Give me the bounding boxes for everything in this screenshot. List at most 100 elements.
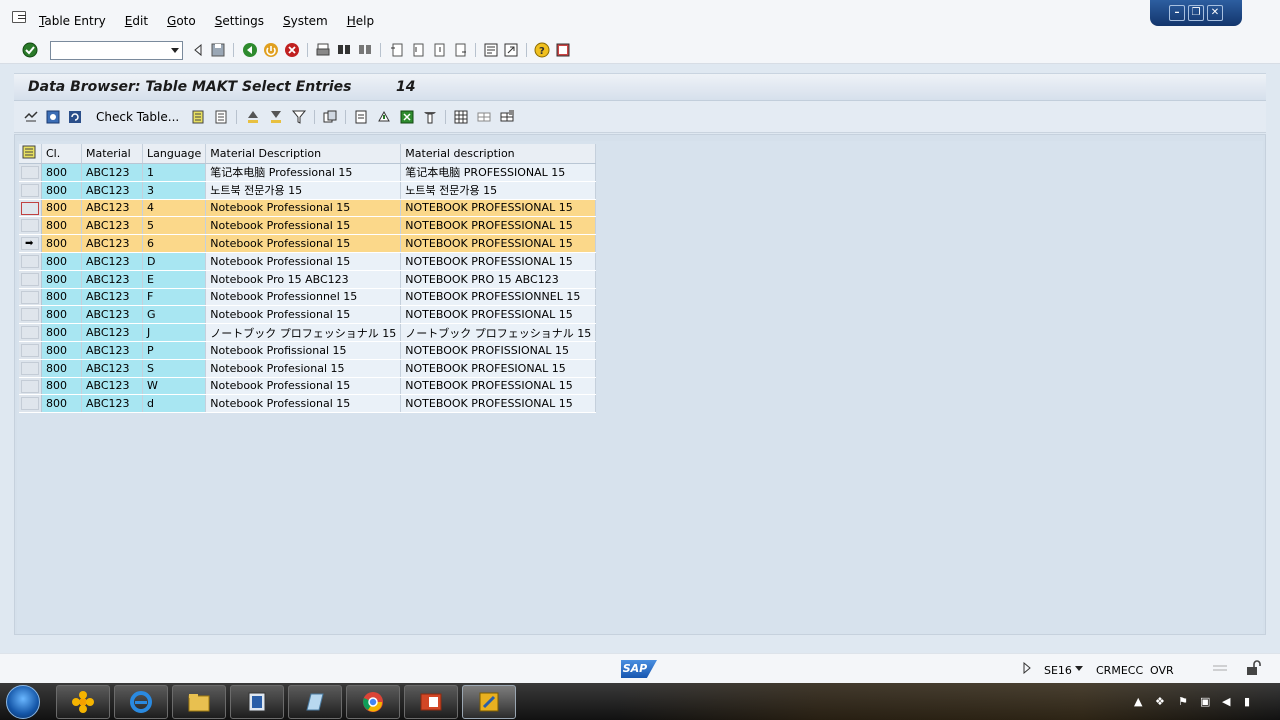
cell-material[interactable]: ABC123 — [81, 270, 143, 289]
cancel-icon[interactable] — [284, 42, 300, 58]
taskbar-app-5[interactable] — [288, 685, 342, 719]
tray-volume-icon[interactable]: ◀ — [1222, 695, 1230, 708]
restore-icon[interactable]: ❐ — [1188, 5, 1204, 21]
cell-material[interactable]: ABC123 — [81, 359, 143, 378]
taskbar-app-1[interactable] — [56, 685, 110, 719]
taskbar-explorer[interactable] — [172, 685, 226, 719]
details-icon[interactable] — [45, 109, 61, 125]
tray-expand-icon[interactable]: ▲ — [1134, 695, 1142, 708]
layout-menu-icon[interactable] — [555, 42, 571, 58]
create-session-icon[interactable] — [483, 42, 499, 58]
cell-client[interactable]: 800 — [41, 216, 82, 236]
sort-descending-icon[interactable] — [268, 109, 284, 125]
column-header-material-description[interactable]: Material Description — [205, 144, 402, 164]
cell-material-description-upper[interactable]: NOTEBOOK PROFESSIONAL 15 — [400, 252, 597, 271]
table-row[interactable]: 800 ABC123 W Notebook Professional 15 NOTEBO… — [19, 377, 597, 396]
previous-page-icon[interactable] — [410, 42, 426, 58]
menu-system[interactable]: System — [283, 14, 328, 28]
print-list-icon[interactable] — [353, 109, 369, 125]
menu-table-entry[interactable]: Table Entry — [39, 14, 106, 28]
row-selector[interactable] — [19, 305, 42, 325]
row-selector[interactable] — [19, 341, 42, 360]
enter-icon[interactable] — [22, 42, 38, 58]
tray-network-icon[interactable]: ▣ — [1200, 695, 1210, 708]
insert-mode[interactable]: OVR — [1150, 664, 1174, 677]
save-layout-icon[interactable] — [499, 109, 515, 125]
taskbar-internet-explorer[interactable] — [114, 685, 168, 719]
spreadsheet-icon[interactable] — [399, 109, 415, 125]
taskbar-powerpoint[interactable] — [404, 685, 458, 719]
display-change-icon[interactable] — [23, 109, 39, 125]
cell-material-description[interactable]: Notebook Professional 15 — [205, 216, 402, 236]
cell-language[interactable]: G — [142, 305, 207, 325]
select-all-cell[interactable] — [19, 144, 42, 164]
cell-material-description-upper[interactable]: 노트북 전문가용 15 — [400, 181, 597, 200]
cell-material-description-upper[interactable]: NOTEBOOK PROFESSIONAL 15 — [400, 216, 597, 236]
save-icon[interactable] — [210, 42, 226, 58]
cell-material-description[interactable]: Notebook Professional 15 — [205, 305, 402, 325]
sort-ascending-icon[interactable] — [245, 109, 261, 125]
cell-client[interactable]: 800 — [41, 394, 82, 414]
taskbar-sap-gui[interactable] — [462, 685, 516, 719]
row-selector[interactable] — [19, 252, 42, 271]
table-row[interactable]: 800 ABC123 F Notebook Professionnel 15 NOTEB… — [19, 288, 597, 307]
row-selector-box[interactable] — [21, 272, 39, 286]
shortcut-icon[interactable] — [503, 42, 519, 58]
cell-client[interactable]: 800 — [41, 288, 82, 307]
cell-material-description[interactable]: Notebook Professional 15 — [205, 377, 402, 396]
row-selector-box[interactable] — [21, 308, 39, 322]
row-selector-box[interactable] — [21, 219, 39, 233]
cell-client[interactable]: 800 — [41, 199, 82, 218]
cell-material[interactable]: ABC123 — [81, 181, 143, 200]
cell-language[interactable]: 4 — [142, 199, 207, 218]
cell-material[interactable]: ABC123 — [81, 234, 143, 253]
chevron-down-icon[interactable] — [171, 48, 179, 53]
tray-flag-icon[interactable]: ⚑ — [1178, 695, 1188, 708]
cell-material[interactable]: ABC123 — [81, 305, 143, 325]
table-row[interactable]: 800 ABC123 G Notebook Professional 15 NOTEBO… — [19, 305, 597, 325]
cell-material[interactable]: ABC123 — [81, 252, 143, 271]
collapse-command-icon[interactable] — [190, 42, 206, 58]
row-selector-box[interactable] — [21, 183, 39, 197]
total-icon[interactable] — [322, 109, 338, 125]
table-row[interactable]: 800 ABC123 D Notebook Professional 15 NOTEBO… — [19, 252, 597, 271]
cell-material-description[interactable]: Notebook Professional 15 — [205, 252, 402, 271]
check-table-button[interactable]: Check Table... — [96, 110, 179, 124]
table-row[interactable]: 800 ABC123 4 Notebook Professional 15 NOTEBO… — [19, 199, 597, 218]
cell-material-description[interactable]: Notebook Profissional 15 — [205, 341, 402, 360]
row-selector[interactable]: ➡ — [19, 234, 42, 253]
tray-dropbox-icon[interactable]: ❖ — [1155, 695, 1165, 708]
next-page-icon[interactable] — [431, 42, 447, 58]
row-selector[interactable] — [19, 377, 42, 396]
cell-material-description[interactable]: Notebook Profesional 15 — [205, 359, 402, 378]
export-icon[interactable] — [376, 109, 392, 125]
column-header-material-description-upper[interactable]: Material description — [400, 144, 597, 164]
cell-material-description[interactable]: Notebook Professionnel 15 — [205, 288, 402, 307]
print-icon[interactable] — [315, 42, 331, 58]
back-icon[interactable] — [242, 42, 258, 58]
row-selector-box[interactable] — [21, 201, 39, 215]
cell-language[interactable]: E — [142, 270, 207, 289]
taskbar-chrome[interactable] — [346, 685, 400, 719]
table-row[interactable]: 800 ABC123 3 노트북 전문가용 15 노트북 전문가용 15 — [19, 181, 597, 200]
change-layout-icon[interactable] — [476, 109, 492, 125]
cell-language[interactable]: P — [142, 341, 207, 360]
cell-client[interactable]: 800 — [41, 234, 82, 253]
exit-icon[interactable] — [263, 42, 279, 58]
filter-icon[interactable] — [291, 109, 307, 125]
cell-material-description-upper[interactable]: 笔记本电脑 PROFESSIONAL 15 — [400, 163, 597, 182]
row-selector-box[interactable] — [21, 254, 39, 268]
cell-material-description-upper[interactable]: NOTEBOOK PROFESIONAL 15 — [400, 359, 597, 378]
row-selector-box[interactable] — [21, 397, 39, 411]
taskbar-app-4[interactable] — [230, 685, 284, 719]
command-field[interactable] — [50, 41, 183, 60]
cell-material-description-upper[interactable]: NOTEBOOK PROFESSIONAL 15 — [400, 394, 597, 414]
cell-material-description-upper[interactable]: ノートブック プロフェッショナル 15 — [400, 323, 597, 342]
row-selector-box[interactable] — [21, 326, 39, 340]
cell-language[interactable]: 5 — [142, 216, 207, 236]
column-header-material[interactable]: Material — [81, 144, 143, 164]
cell-material-description[interactable]: Notebook Professional 15 — [205, 199, 402, 218]
row-selector[interactable] — [19, 270, 42, 289]
column-header-client[interactable]: Cl. — [41, 144, 82, 164]
cell-client[interactable]: 800 — [41, 305, 82, 325]
